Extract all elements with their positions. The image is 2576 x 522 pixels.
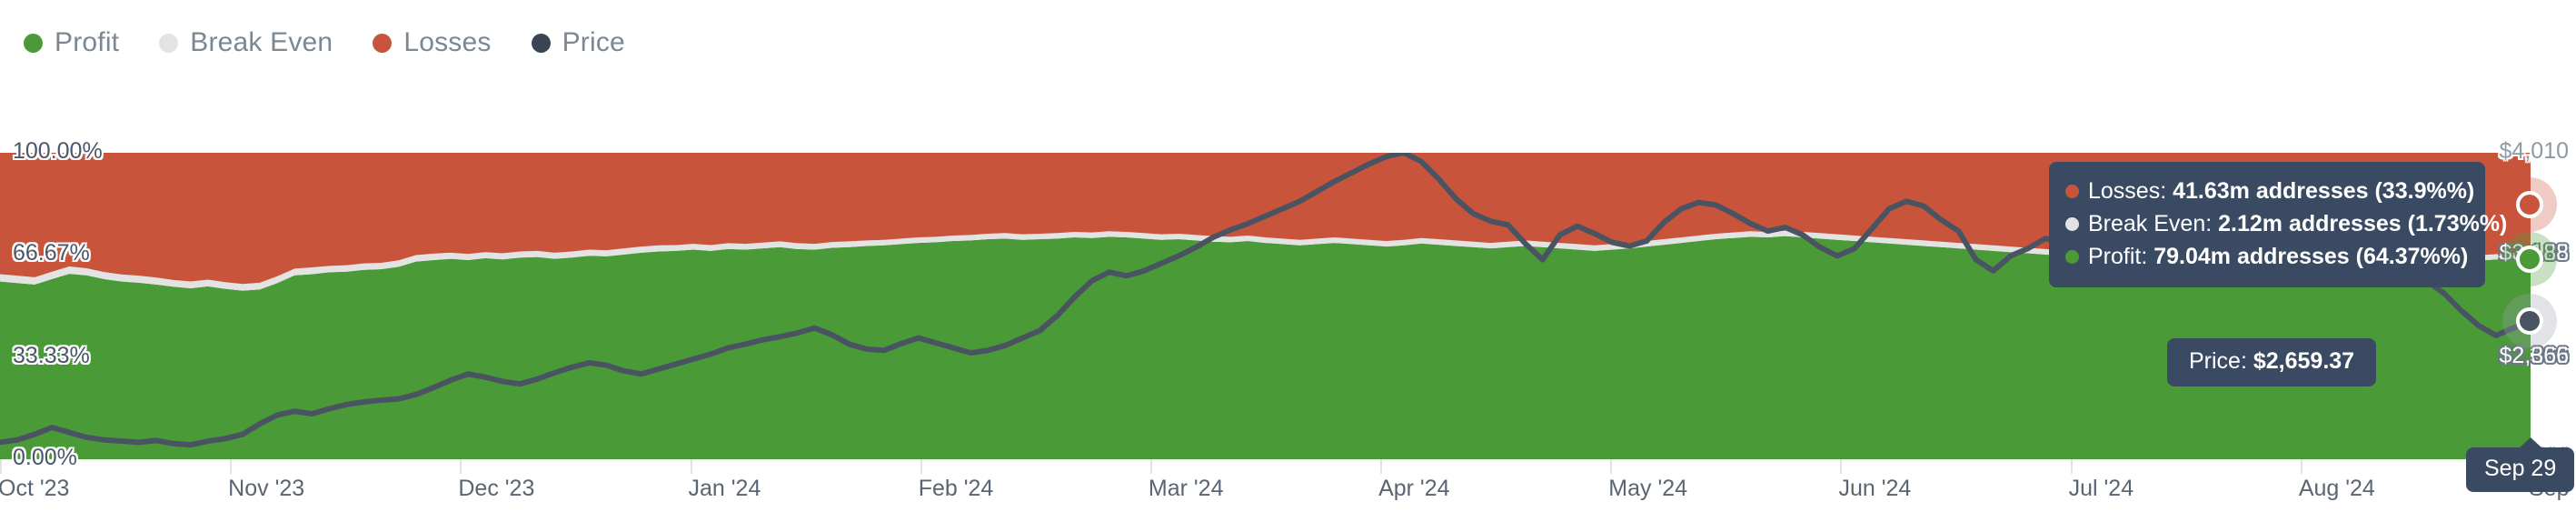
tooltip-row-text: Break Even: 2.12m addresses (1.73%%) xyxy=(2088,211,2507,237)
x-axis-tick xyxy=(1840,459,1843,474)
legend-dot-icon xyxy=(373,33,393,53)
x-axis-tick-label: Mar '24 xyxy=(1148,476,1224,501)
x-axis-tick-label: Dec '23 xyxy=(458,476,535,501)
tooltip-dot-icon xyxy=(2065,216,2079,231)
x-axis-tick-label: Jun '24 xyxy=(1838,476,1912,501)
x-axis-tick xyxy=(0,459,2,474)
x-axis: Oct '23 Nov '23 Dec '23 Jan '24 Feb '24 Mar '… xyxy=(0,459,2576,514)
tooltip-row-break-even: Break Even: 2.12m addresses (1.73%%) xyxy=(2065,207,2507,240)
legend-item-label: Price xyxy=(562,27,625,57)
x-axis-tick xyxy=(2300,459,2302,474)
tooltip-row-value: 2.12m addresses (1.73%%) xyxy=(2218,210,2508,236)
tooltip-dot-icon xyxy=(2065,249,2079,264)
tooltip-row-label: Profit: xyxy=(2088,243,2154,269)
x-axis-tick xyxy=(690,459,692,474)
price-tooltip-label: Price: xyxy=(2189,348,2253,374)
legend-dot-icon xyxy=(159,33,179,53)
legend-item-price[interactable]: Price xyxy=(531,27,625,58)
x-axis-tick xyxy=(1380,459,1383,474)
x-axis-tick xyxy=(460,459,462,474)
tooltip-row-label: Break Even: xyxy=(2088,210,2219,236)
legend-item-losses[interactable]: Losses xyxy=(373,27,491,58)
x-axis-tick xyxy=(230,459,233,474)
chart-legend: Profit Break Even Losses Price xyxy=(0,22,665,64)
legend-item-label: Break Even xyxy=(190,27,333,57)
legend-item-label: Losses xyxy=(403,27,492,57)
x-axis-tick-label: Jan '24 xyxy=(688,476,761,501)
tooltip-row-label: Losses: xyxy=(2088,177,2173,204)
tooltip-row-losses: Losses: 41.63m addresses (33.9%%) xyxy=(2065,175,2474,207)
tooltip-row-value: 41.63m addresses (33.9%%) xyxy=(2173,177,2475,204)
legend-item-label: Profit xyxy=(55,27,120,57)
price-tooltip-value: $2,659.37 xyxy=(2253,348,2355,374)
tooltip-row-text: Profit: 79.04m addresses (64.37%%) xyxy=(2088,244,2468,270)
date-badge-label: Sep 29 xyxy=(2484,456,2557,481)
x-axis-tick-label: Oct '23 xyxy=(0,476,70,501)
price-tooltip-text: Price: $2,659.37 xyxy=(2189,348,2354,374)
date-badge: Sep 29 xyxy=(2466,437,2575,492)
x-axis-tick-label: Nov '23 xyxy=(228,476,305,501)
legend-dot-icon xyxy=(531,33,551,53)
tooltip-row-profit: Profit: 79.04m addresses (64.37%%) xyxy=(2065,240,2469,273)
x-axis-tick-label: Jul '24 xyxy=(2068,476,2134,501)
tooltip-dot-icon xyxy=(2065,184,2079,198)
tooltip-row-value: 79.04m addresses (64.37%%) xyxy=(2153,243,2469,269)
x-axis-tick xyxy=(2070,459,2073,474)
tooltip-row-text: Losses: 41.63m addresses (33.9%%) xyxy=(2088,178,2474,205)
x-axis-tick xyxy=(1149,459,1152,474)
legend-item-profit[interactable]: Profit xyxy=(24,27,119,58)
x-axis-tick-label: Aug '24 xyxy=(2298,476,2375,501)
x-axis-tick xyxy=(1610,459,1613,474)
series-tooltip: Losses: 41.63m addresses (33.9%%) Break E… xyxy=(2049,162,2507,287)
price-tooltip: Price: $2,659.37 xyxy=(2167,338,2377,386)
legend-item-break-even[interactable]: Break Even xyxy=(159,27,333,58)
x-axis-tick-label: Feb '24 xyxy=(918,476,994,501)
x-axis-tick-label: Apr '24 xyxy=(1378,476,1450,501)
x-axis-tick-label: May '24 xyxy=(1608,476,1688,501)
legend-dot-icon xyxy=(24,33,43,53)
x-axis-tick xyxy=(920,459,922,474)
